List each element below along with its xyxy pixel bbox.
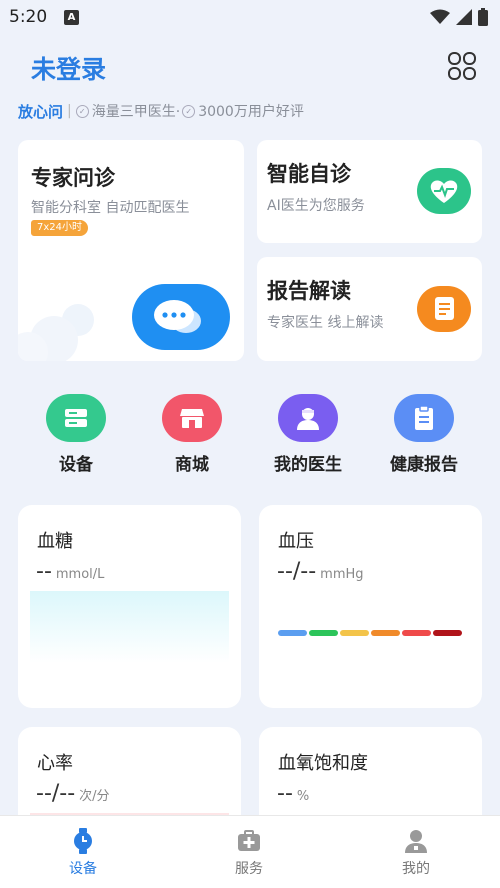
bp-scale-segment	[402, 630, 431, 636]
report-interpretation-card[interactable]: 报告解读 专家医生 线上解读	[257, 257, 482, 361]
bp-scale-segment	[309, 630, 338, 636]
badge-doctors: 海量三甲医生·	[91, 104, 181, 120]
check-icon: ✓	[75, 104, 89, 118]
status-indicators	[430, 8, 488, 26]
metric-title: 心率	[37, 753, 73, 774]
document-icon	[417, 286, 471, 332]
card-subtitle: 专家医生 线上解读	[267, 315, 384, 331]
card-title: 专家问诊	[31, 166, 115, 190]
metric-value: -- mmol/L	[36, 559, 105, 584]
shortcut-label: 商城	[175, 455, 209, 475]
metric-unit: 次/分	[79, 789, 110, 804]
bp-scale-segment	[278, 630, 307, 636]
metric-value: --%	[277, 781, 310, 806]
shortcut-store[interactable]: 商城	[142, 394, 242, 475]
metric-title: 血压	[278, 531, 314, 552]
separator: |	[67, 103, 72, 119]
brand-label: 放心问	[18, 102, 64, 121]
card-title: 智能自诊	[267, 162, 351, 186]
bp-scale-segment	[433, 630, 462, 636]
tab-label: 服务	[235, 861, 263, 877]
glucose-chart-placeholder	[30, 591, 229, 663]
blood-pressure-card[interactable]: 血压 --/-- mmHg	[259, 505, 482, 708]
tab-device[interactable]: 设备	[33, 828, 133, 878]
medical-kit-icon	[236, 828, 262, 854]
tab-label: 我的	[402, 861, 430, 877]
clipboard-icon	[394, 394, 454, 442]
blood-glucose-card[interactable]: 血糖 -- mmol/L	[18, 505, 241, 708]
battery-icon	[478, 8, 488, 26]
tab-service[interactable]: 服务	[199, 828, 299, 878]
metric-unit: mmol/L	[55, 567, 105, 582]
check-icon: ✓	[182, 104, 196, 118]
expert-consult-card[interactable]: 专家问诊 智能分科室 自动匹配医生 7x24小时	[18, 140, 244, 361]
status-bar: 5:20 A	[0, 0, 500, 34]
shortcut-health-report[interactable]: 健康报告	[374, 394, 474, 475]
header: 未登录	[0, 46, 500, 90]
card-subtitle: AI医生为您服务	[267, 198, 365, 214]
bp-scale-segment	[340, 630, 369, 636]
watch-icon	[70, 828, 96, 854]
chat-bubbles-icon	[132, 284, 230, 350]
metric-value: --/-- 次/分	[36, 781, 110, 806]
wifi-icon	[430, 9, 450, 24]
store-icon	[162, 394, 222, 442]
app-notification-icon: A	[64, 10, 79, 25]
metric-value: --/-- mmHg	[277, 559, 364, 584]
tab-mine[interactable]: 我的	[366, 828, 466, 878]
status-time: 5:20	[9, 7, 48, 27]
signal-icon	[456, 9, 472, 25]
metric-unit: mmHg	[320, 567, 364, 582]
login-status-title[interactable]: 未登录	[31, 50, 106, 86]
grid-icon[interactable]	[448, 52, 476, 80]
shortcut-label: 我的医生	[274, 455, 342, 475]
trust-badges-row: 放心问 | ✓ 海量三甲医生· ✓ 3000万用户好评	[18, 100, 304, 122]
shortcut-label: 设备	[59, 455, 93, 475]
card-subtitle: 智能分科室 自动匹配医生	[31, 200, 190, 216]
tab-label: 设备	[69, 861, 97, 877]
user-icon	[403, 828, 429, 854]
metric-unit: %	[296, 789, 310, 804]
ai-self-check-card[interactable]: 智能自诊 AI医生为您服务	[257, 140, 482, 243]
badge-reviews: 3000万用户好评	[198, 104, 304, 120]
availability-tag: 7x24小时	[31, 220, 89, 236]
heartbeat-icon	[417, 168, 471, 214]
bottom-tab-bar: 设备 服务 我的	[0, 815, 500, 888]
bp-scale-segment	[371, 630, 400, 636]
card-title: 报告解读	[267, 279, 351, 303]
device-icon	[46, 394, 106, 442]
doctor-icon	[278, 394, 338, 442]
shortcut-my-doctor[interactable]: 我的医生	[258, 394, 358, 475]
metric-title: 血氧饱和度	[278, 753, 368, 774]
metric-title: 血糖	[37, 531, 73, 552]
shortcut-label: 健康报告	[390, 455, 458, 475]
cloud-decoration	[18, 304, 94, 361]
shortcut-device[interactable]: 设备	[26, 394, 126, 475]
